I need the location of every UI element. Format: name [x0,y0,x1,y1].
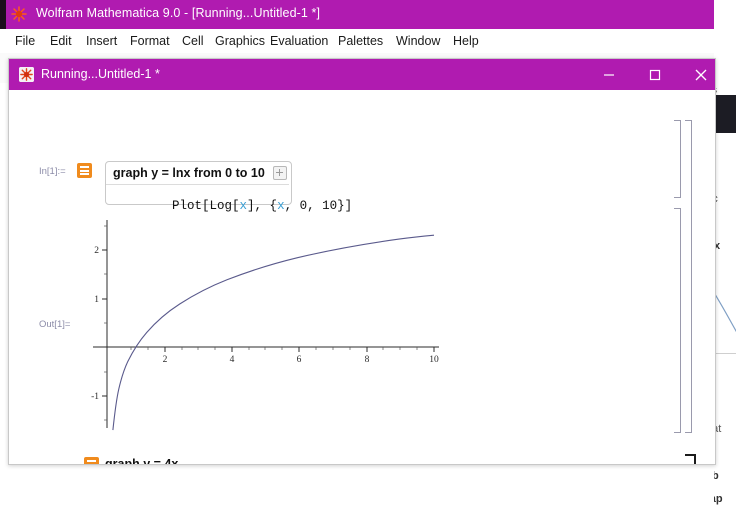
svg-text:2: 2 [163,355,168,365]
in-label: In[1]:= [39,166,66,177]
cell-bracket-cell-2[interactable] [685,454,696,464]
svg-text:8: 8 [365,355,370,365]
menu-item-format[interactable]: Format [126,33,174,49]
freeform-query-text: graph y = lnx from 0 to 10 [113,166,265,180]
close-button[interactable] [678,59,724,90]
svg-text:10: 10 [429,355,439,365]
wolfram-alpha-orange-icon[interactable] [77,163,92,183]
svg-text:6: 6 [297,355,302,365]
notebook-child-window: Running...Untitled-1 * In[1]:= graph y =… [8,58,716,465]
notebook-title: Running...Untitled-1 * [41,67,160,81]
menu-item-graphics[interactable]: Graphics [211,33,269,49]
menu-item-cell[interactable]: Cell [178,33,208,49]
menu-item-palettes[interactable]: Palettes [334,33,387,49]
desktop-background-sliver [0,0,6,29]
application-bottom-area [0,463,714,526]
notebook-canvas[interactable]: In[1]:= graph y = lnx from 0 to 10 Plot[… [9,90,715,464]
svg-text:-1: -1 [91,392,99,402]
log-plot-graphic[interactable]: 2 4 6 8 10 2 1 -1 [87,214,447,434]
out-label: Out[1]= [39,319,71,330]
code-token: , 0, 10}] [284,199,353,213]
add-icon[interactable] [273,166,287,180]
menu-item-evaluation[interactable]: Evaluation [266,33,332,49]
code-token-variable: x [277,199,285,213]
cell-bracket-group-outer[interactable] [685,120,692,433]
menu-item-edit[interactable]: Edit [46,33,76,49]
svg-text:1: 1 [94,295,99,305]
menubar: File Edit Insert Format Cell Graphics Ev… [0,29,714,54]
menu-item-file[interactable]: File [11,33,39,49]
notebook-titlebar[interactable]: Running...Untitled-1 * [9,59,715,90]
wolfram-alpha-orange-icon[interactable] [84,457,99,464]
maximize-button[interactable] [632,59,678,90]
mathematica-spikey-icon [11,6,27,22]
application-title: Wolfram Mathematica 9.0 - [Running...Unt… [36,6,321,20]
cell2-freeform-query-text: graph y = 4x [105,457,179,464]
mathematica-spikey-icon [19,67,34,82]
code-token: ], { [247,199,278,213]
menu-item-help[interactable]: Help [449,33,483,49]
code-token-variable: x [239,199,248,213]
svg-text:2: 2 [94,246,99,256]
cell-bracket-input-1[interactable] [674,120,681,198]
mathematica-application-window: Wolfram Mathematica 9.0 - [Running...Unt… [0,0,716,526]
svg-text:4: 4 [230,355,235,365]
cell-bracket-output-1[interactable] [674,208,681,433]
code-token: Plot[Log[ [172,199,240,213]
application-titlebar[interactable]: Wolfram Mathematica 9.0 - [Running...Unt… [0,0,714,29]
menu-item-insert[interactable]: Insert [82,33,121,49]
menu-item-window[interactable]: Window [392,33,444,49]
minimize-button[interactable] [586,59,632,90]
